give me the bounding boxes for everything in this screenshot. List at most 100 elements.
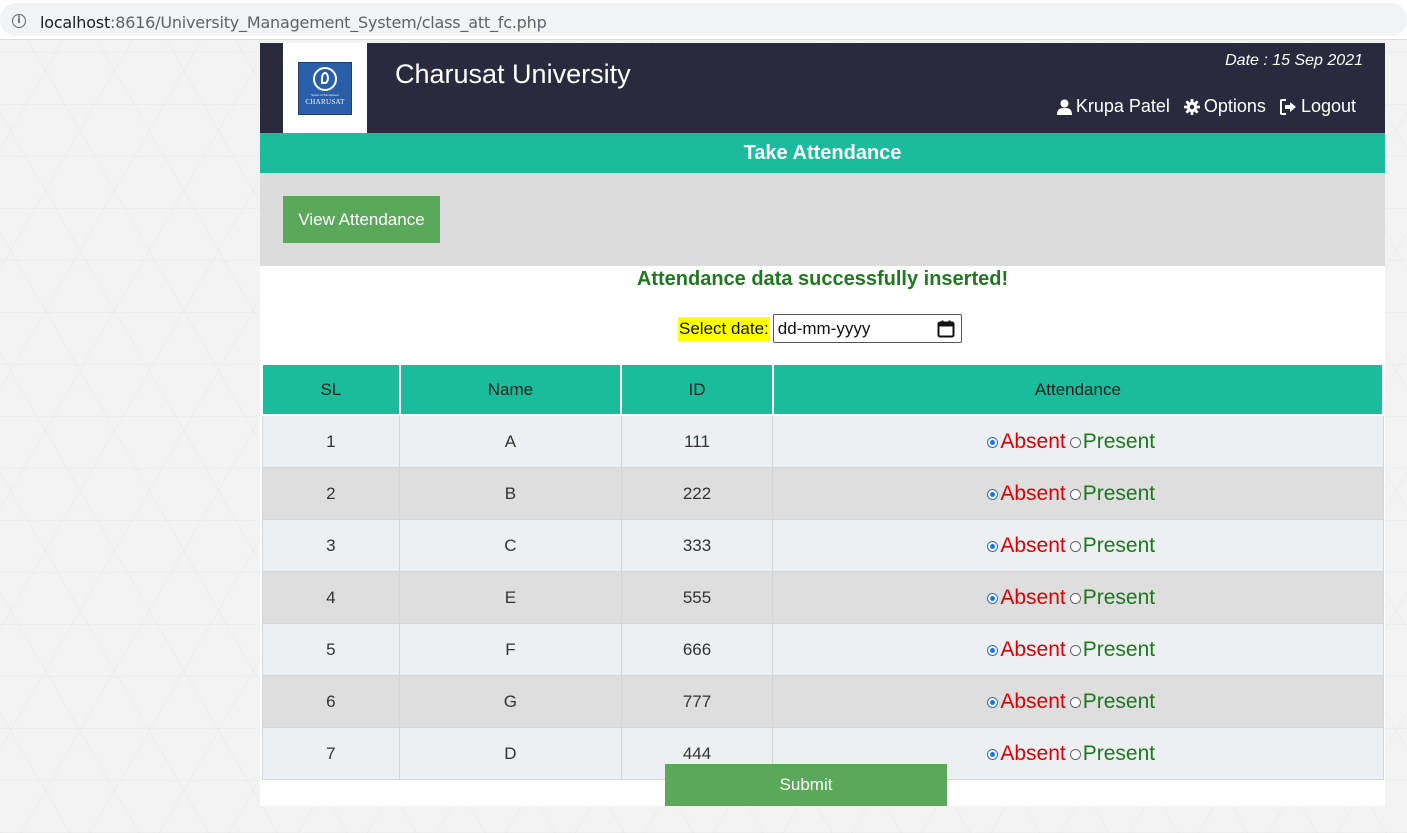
- site-header: Spirit of Excellence CHARUSAT Charusat U…: [260, 43, 1385, 133]
- logout-icon: [1279, 98, 1296, 115]
- absent-label: Absent: [1000, 741, 1066, 765]
- nav-options-label: Options: [1203, 96, 1266, 116]
- table-row: 2 B 222 Absent Present: [261, 467, 1384, 520]
- url-field[interactable]: i localhost:8616/University_Management_S…: [0, 3, 1407, 36]
- user-icon: [1056, 99, 1072, 115]
- column-header-name: Name: [398, 363, 623, 416]
- cell-id: 333: [620, 519, 774, 572]
- date-select: Select date: dd-mm-yyyy: [678, 313, 962, 344]
- radio-button-icon[interactable]: [1069, 593, 1081, 604]
- absent-radio[interactable]: Absent: [987, 534, 1066, 558]
- info-icon[interactable]: i: [12, 14, 26, 28]
- logo-tagline: Spirit of Excellence: [311, 93, 339, 97]
- present-label: Present: [1082, 637, 1156, 661]
- absent-radio[interactable]: Absent: [987, 637, 1066, 662]
- cell-name: F: [399, 623, 622, 676]
- present-radio[interactable]: Present: [1069, 689, 1156, 714]
- radio-button-icon[interactable]: [1069, 489, 1081, 500]
- view-attendance-button[interactable]: View Attendance: [283, 196, 440, 243]
- cell-sl: 4: [261, 571, 401, 624]
- date-input[interactable]: dd-mm-yyyy: [772, 314, 962, 343]
- present-radio[interactable]: Present: [1069, 481, 1156, 506]
- radio-button-icon[interactable]: [987, 645, 999, 656]
- success-message: Attendance data successfully inserted!: [636, 268, 1009, 290]
- logo-box: Spirit of Excellence CHARUSAT: [283, 43, 367, 133]
- radio-button-icon[interactable]: [987, 437, 999, 448]
- header-nav: Krupa Patel Options Logout: [1056, 96, 1356, 117]
- absent-radio[interactable]: Absent: [987, 689, 1066, 714]
- url-text[interactable]: localhost:8616/University_Management_Sys…: [40, 13, 547, 32]
- column-header-sl: SL: [261, 363, 401, 416]
- nav-logout-label: Logout: [1300, 96, 1356, 116]
- radio-button-icon[interactable]: [987, 541, 999, 552]
- logo-mark-icon: [313, 67, 337, 91]
- calendar-icon[interactable]: [937, 320, 955, 338]
- present-radio[interactable]: Present: [1069, 586, 1155, 610]
- radio-button-icon[interactable]: [1069, 541, 1081, 552]
- present-label: Present: [1082, 429, 1156, 453]
- absent-radio[interactable]: Absent: [987, 585, 1066, 610]
- present-radio[interactable]: Present: [1069, 637, 1156, 662]
- present-radio[interactable]: Present: [1069, 742, 1155, 766]
- present-label: Present: [1082, 689, 1156, 713]
- url-path: :8616/University_Management_System/class…: [110, 13, 547, 32]
- column-header-attendance: Attendance: [771, 363, 1385, 416]
- cell-id: 666: [620, 623, 774, 676]
- radio-button-icon[interactable]: [1069, 749, 1081, 760]
- site-title: Charusat University: [395, 59, 631, 89]
- cell-id: 777: [620, 675, 774, 728]
- cell-attendance: Absent Present: [772, 414, 1384, 468]
- present-radio[interactable]: Present: [1069, 429, 1156, 454]
- browser-address-bar: i localhost:8616/University_Management_S…: [0, 0, 1407, 40]
- cell-attendance: Absent Present: [772, 467, 1384, 520]
- cell-name: D: [399, 727, 622, 780]
- cell-sl: 3: [261, 519, 401, 572]
- absent-label: Absent: [1000, 689, 1066, 713]
- column-header-id: ID: [620, 363, 774, 416]
- cell-sl: 6: [261, 675, 401, 728]
- radio-button-icon[interactable]: [1069, 697, 1081, 708]
- cell-name: E: [399, 571, 622, 624]
- present-label: Present: [1082, 481, 1156, 505]
- gear-icon: [1183, 98, 1200, 115]
- table-header-row: SL Name ID Attendance: [261, 363, 1385, 416]
- current-date: Date : 15 Sep 2021: [1225, 52, 1363, 69]
- radio-button-icon[interactable]: [987, 593, 999, 604]
- table-row: 6 G 777 Absent Present: [261, 675, 1384, 728]
- submit-button[interactable]: Submit: [665, 764, 947, 806]
- absent-label: Absent: [1000, 585, 1066, 609]
- page-container: Spirit of Excellence CHARUSAT Charusat U…: [260, 43, 1385, 806]
- present-label: Present: [1082, 533, 1156, 557]
- nav-logout[interactable]: Logout: [1279, 96, 1356, 117]
- present-radio[interactable]: Present: [1069, 533, 1156, 558]
- cell-attendance: Absent Present: [772, 519, 1384, 572]
- radio-button-icon[interactable]: [987, 489, 999, 500]
- action-panel: View Attendance: [260, 173, 1385, 266]
- cell-id: 222: [620, 467, 774, 520]
- cell-sl: 7: [261, 727, 401, 780]
- absent-radio[interactable]: Absent: [987, 741, 1066, 766]
- radio-button-icon[interactable]: [987, 749, 999, 760]
- radio-button-icon[interactable]: [1069, 437, 1081, 448]
- url-host: localhost: [40, 13, 111, 32]
- cell-name: C: [399, 519, 622, 572]
- absent-label: Absent: [1000, 481, 1066, 505]
- cell-name: B: [399, 467, 622, 520]
- cell-name: A: [399, 414, 622, 468]
- cell-id: 555: [620, 571, 774, 624]
- nav-options[interactable]: Options: [1183, 96, 1266, 117]
- absent-radio[interactable]: Absent: [987, 481, 1066, 506]
- nav-user-label: Krupa Patel: [1075, 96, 1170, 116]
- radio-button-icon[interactable]: [1069, 645, 1081, 656]
- page-title: Take Attendance: [743, 142, 902, 164]
- cell-attendance: Absent Present: [772, 571, 1384, 624]
- cell-sl: 1: [261, 414, 401, 468]
- charusat-logo: Spirit of Excellence CHARUSAT: [298, 62, 352, 115]
- nav-user[interactable]: Krupa Patel: [1056, 96, 1170, 117]
- absent-radio[interactable]: Absent: [987, 430, 1066, 454]
- date-select-label: Select date:: [678, 316, 770, 341]
- table-row: 4 E 555 Absent Present: [261, 571, 1384, 624]
- absent-label: Absent: [1000, 637, 1066, 661]
- radio-button-icon[interactable]: [987, 697, 999, 708]
- attendance-table: SL Name ID Attendance 1 A 111 Absent Present…: [261, 363, 1385, 780]
